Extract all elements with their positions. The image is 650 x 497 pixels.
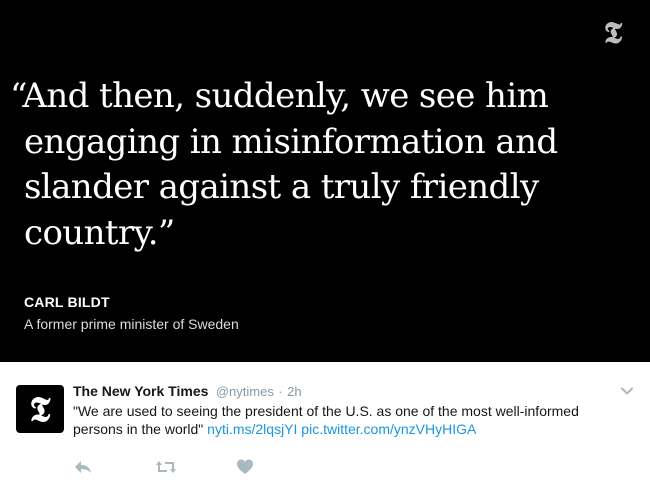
chevron-down-icon[interactable] (620, 384, 634, 398)
tweet-text: "We are used to seeing the president of … (73, 402, 603, 438)
quote-line: engaging in misinformation and (24, 121, 558, 162)
speaker-name: CARL BILDT (24, 294, 110, 310)
media-link[interactable]: pic.twitter.com/ynzVHyHIGA (301, 421, 476, 437)
retweet-button[interactable] (155, 458, 177, 481)
tweet-header: The New York Times @nytimes · 2h (73, 383, 302, 401)
nyt-logo-icon: 𝕿 (603, 16, 623, 51)
like-button[interactable] (236, 458, 254, 480)
quote-text: “And then, suddenly, we see him engaging… (10, 74, 610, 256)
reply-button[interactable] (73, 458, 93, 481)
tweet-media-image[interactable]: 𝕿 “And then, suddenly, we see him engagi… (0, 0, 650, 362)
tweet[interactable]: 𝕿 The New York Times @nytimes · 2h "We a… (0, 362, 650, 497)
separator-dot: · (278, 384, 283, 399)
nyt-logo-icon: 𝕿 (29, 390, 51, 430)
speaker-title: A former prime minister of Sweden (24, 316, 239, 332)
reply-icon (75, 461, 91, 473)
timestamp[interactable]: 2h (287, 384, 301, 399)
retweet-icon (156, 461, 176, 473)
display-name[interactable]: The New York Times (73, 383, 208, 399)
quote-line: slander against a truly friendly (24, 167, 539, 207)
article-link[interactable]: nyti.ms/2lqsjYI (207, 421, 297, 437)
avatar[interactable]: 𝕿 (16, 385, 64, 433)
heart-icon (237, 459, 253, 474)
quote-line: “And then, suddenly, we see him (10, 76, 549, 116)
user-handle[interactable]: @nytimes (216, 384, 274, 399)
quote-line: country.” (24, 212, 175, 253)
